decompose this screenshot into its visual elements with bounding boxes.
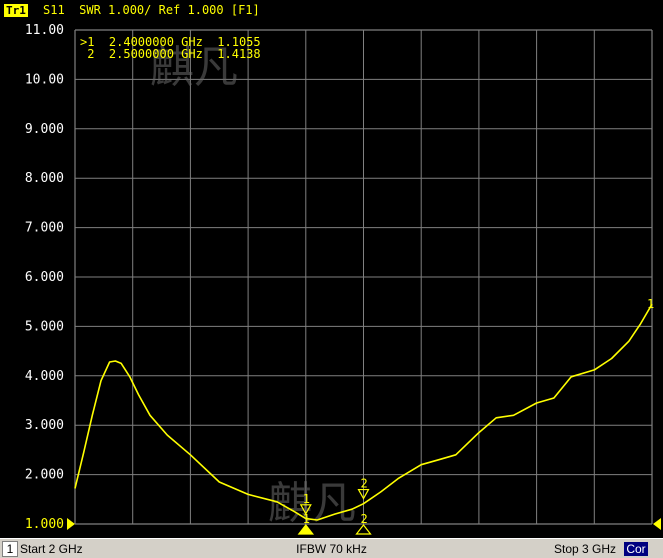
watermark: 麒凡 麒凡 bbox=[150, 42, 356, 529]
vna-window: Tr1 S11 SWR 1.000/ Ref 1.000 [F1] 11.00 1… bbox=[0, 0, 663, 558]
y-tick-label: 7.000 bbox=[25, 221, 64, 236]
trace-header-text[interactable]: S11 SWR 1.000/ Ref 1.000 [F1] bbox=[43, 0, 260, 20]
correction-badge[interactable]: Cor bbox=[624, 542, 648, 556]
y-tick-label: 4.000 bbox=[25, 369, 64, 384]
y-tick-label: 1.000 bbox=[25, 517, 64, 532]
marker-1-stimulus-label: 1 bbox=[303, 512, 310, 526]
status-bar: 1 Start 2 GHz IFBW 70 kHz Stop 3 GHz Cor bbox=[0, 538, 663, 558]
marker-2-label: 2 bbox=[361, 477, 368, 491]
y-tick-label: 5.000 bbox=[25, 319, 64, 334]
y-tick-label: 8.000 bbox=[25, 171, 64, 186]
swr-chart[interactable]: 11.00 10.00 9.000 8.000 7.000 6.000 5.000 4.000… bbox=[0, 20, 663, 538]
grid bbox=[74, 29, 653, 525]
plot-area[interactable]: 11.00 10.00 9.000 8.000 7.000 6.000 5.000 4.000… bbox=[0, 20, 663, 538]
y-tick-label: 9.000 bbox=[25, 122, 64, 137]
y-tick-label: 6.000 bbox=[25, 270, 64, 285]
y-tick-label: 10.00 bbox=[25, 72, 64, 87]
trace-header: Tr1 S11 SWR 1.000/ Ref 1.000 [F1] bbox=[0, 0, 663, 20]
trace-badge[interactable]: Tr1 bbox=[4, 4, 28, 17]
marker-2-stimulus-indicator bbox=[355, 524, 372, 535]
ref-arrow-left bbox=[67, 518, 75, 530]
trace-end-label: 1 bbox=[647, 297, 654, 311]
marker-row-2[interactable]: 2 2.5000000 GHz 1.4138 bbox=[80, 47, 261, 61]
y-tick-labels: 11.00 10.00 9.000 8.000 7.000 6.000 5.000 4.000… bbox=[25, 23, 64, 532]
marker-2-stimulus-label: 2 bbox=[361, 512, 368, 526]
stop-frequency[interactable]: Stop 3 GHz bbox=[554, 541, 616, 557]
marker-table: >1 2.4000000 GHz 1.1055 2 2.5000000 GHz … bbox=[80, 35, 261, 61]
y-tick-label: 11.00 bbox=[25, 23, 64, 38]
y-tick-label: 2.000 bbox=[25, 468, 64, 483]
marker-1-label: 1 bbox=[303, 492, 310, 506]
ref-arrow-right bbox=[653, 518, 661, 530]
y-tick-label: 3.000 bbox=[25, 418, 64, 433]
